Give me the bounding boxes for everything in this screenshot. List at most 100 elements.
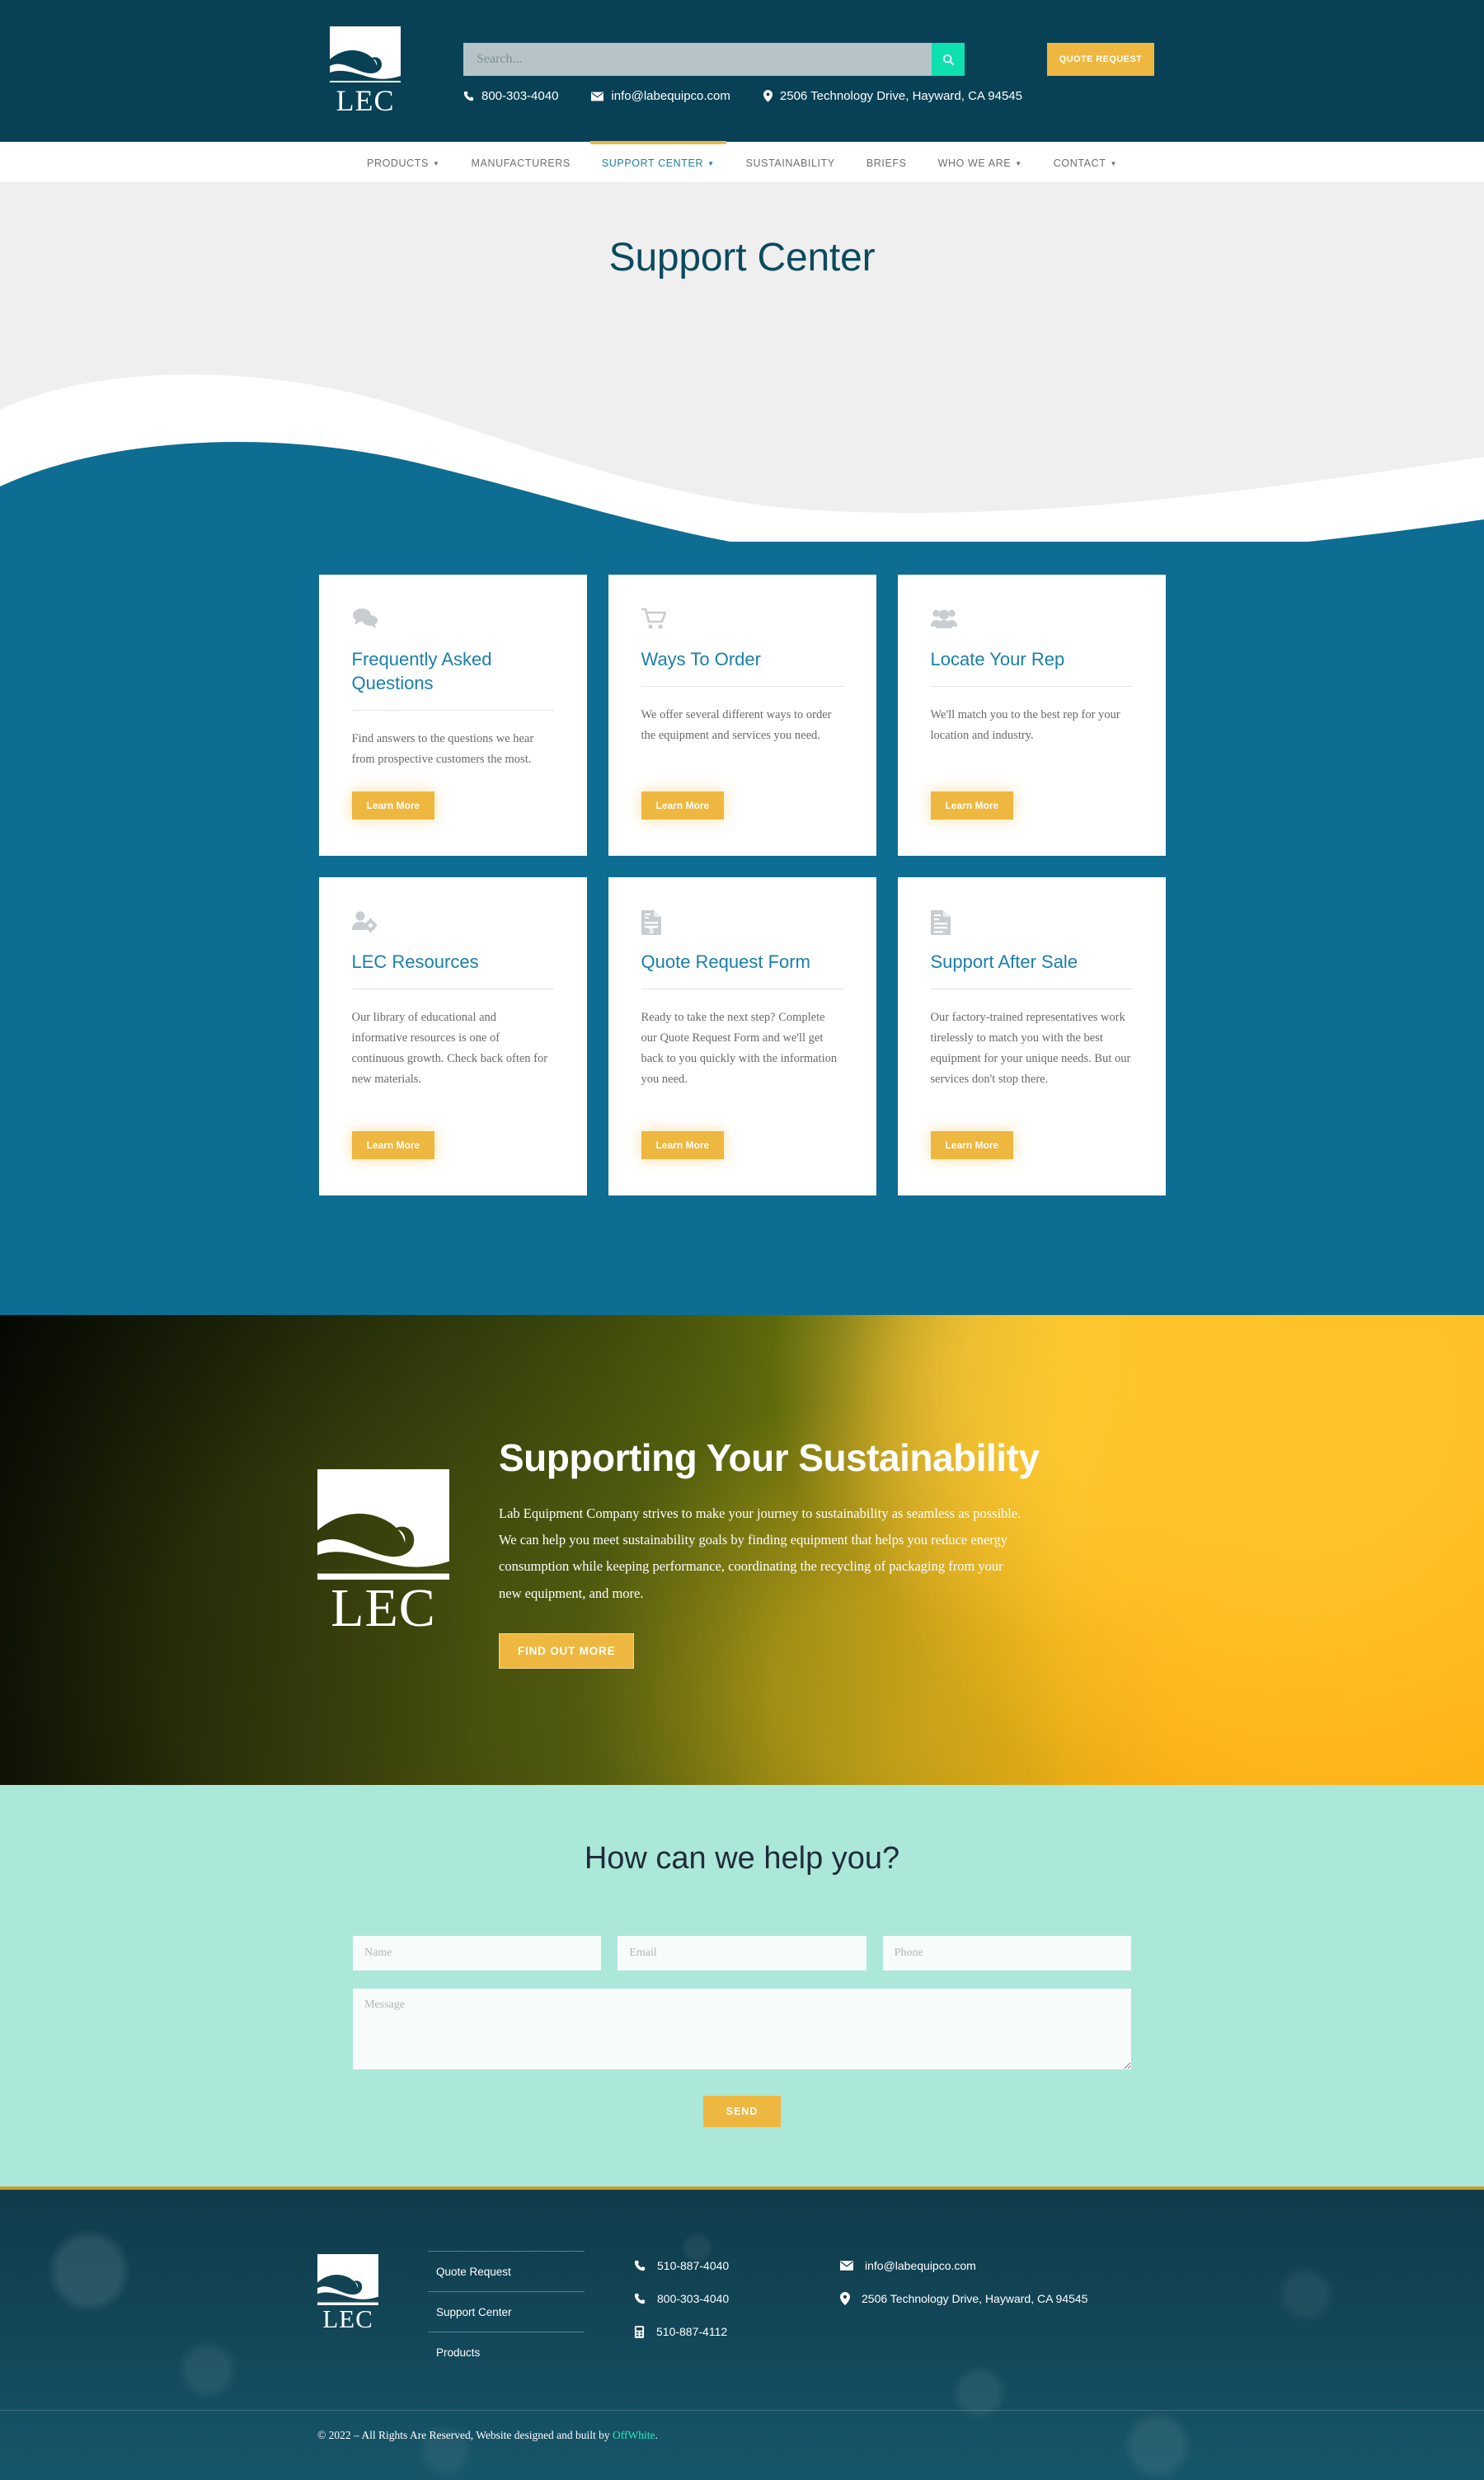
card-ways-to-order[interactable]: Ways To Order We offer several different… — [608, 575, 876, 857]
header-email-text: info@labequipco.com — [611, 89, 730, 103]
card-divider — [930, 686, 1133, 688]
hero-section: Support Center — [0, 183, 1484, 331]
footer-link-products[interactable]: Products — [428, 2332, 585, 2372]
header-contact-email[interactable]: info@labequipco.com — [591, 89, 730, 103]
footer-address[interactable]: 2506 Technology Drive, Hayward, CA 94545 — [840, 2292, 1088, 2306]
nav-item-manufacturers[interactable]: MANUFACTURERS — [472, 142, 571, 183]
footer-phone-2[interactable]: 800-303-4040 — [634, 2292, 840, 2305]
nav-item-sustainability[interactable]: SUSTAINABILITY — [746, 142, 835, 183]
nav-label-sustainability: SUSTAINABILITY — [745, 157, 835, 169]
chevron-down-icon: ▼ — [432, 159, 440, 167]
shopping-cart-icon — [640, 608, 843, 636]
sustainability-body: Lab Equipment Company strives to make yo… — [499, 1505, 1021, 1601]
contact-form-row — [353, 1936, 1131, 1971]
nav-list: PRODUCTS ▼ MANUFACTURERS SUPPORT CENTER … — [367, 140, 1117, 183]
footer-logo[interactable]: LEC — [317, 2248, 378, 2334]
header-logo[interactable]: LEC — [330, 26, 401, 115]
card-title: Frequently Asked Questions — [351, 649, 492, 694]
offwhite-link[interactable]: OffWhite — [613, 2429, 655, 2441]
nav-item-contact[interactable]: CONTACT ▼ — [1054, 142, 1117, 183]
copyright-text: © 2022 – All Rights Are Reserved, Websit… — [317, 2429, 1167, 2442]
footer-phone-1-text: 510-887-4040 — [657, 2259, 730, 2273]
invoice-dollar-icon: $ — [641, 910, 843, 938]
map-pin-icon — [763, 90, 773, 102]
site-footer: LEC Quote Request Support Center Product… — [0, 2190, 1484, 2480]
card-title: Quote Request Form — [641, 951, 810, 973]
footer-link-support-center[interactable]: Support Center — [428, 2291, 585, 2332]
footer-phone-2-text: 800-303-4040 — [657, 2292, 730, 2306]
email-field[interactable] — [618, 1936, 866, 1971]
envelope-icon — [591, 92, 604, 101]
footer-address-text: 2506 Technology Drive, Hayward, CA 94545 — [862, 2292, 1088, 2306]
lec-wave-logo-icon — [330, 26, 401, 86]
phone-field[interactable] — [882, 1936, 1131, 1971]
chevron-down-icon: ▼ — [1110, 159, 1117, 167]
nav-label-manufacturers: MANUFACTURERS — [471, 157, 571, 169]
footer-email[interactable]: info@labequipco.com — [840, 2259, 1087, 2272]
message-field[interactable] — [353, 1989, 1131, 2070]
contact-form-heading: How can we help you? — [584, 1841, 900, 1876]
sustainability-heading: Supporting Your Sustainability — [499, 1435, 1040, 1479]
card-body: We'll match you to the best rep for your… — [930, 708, 1120, 743]
footer-link-quote-request[interactable]: Quote Request — [428, 2251, 585, 2291]
nav-item-products[interactable]: PRODUCTS ▼ — [367, 142, 439, 183]
card-title: Locate Your Rep — [930, 649, 1065, 669]
nav-label-products: PRODUCTS — [367, 157, 429, 169]
copyright-prefix: © 2022 – All Rights Are Reserved, Websit… — [317, 2429, 613, 2442]
site-header: LEC QUOTE REQUEST 800-303-4040 — [0, 0, 1484, 142]
speech-bubbles-icon — [352, 608, 554, 636]
chevron-down-icon: ▼ — [707, 159, 715, 167]
envelope-icon — [840, 2261, 853, 2271]
send-button[interactable]: SEND — [703, 2096, 781, 2128]
copyright-suffix: . — [655, 2429, 658, 2442]
sustainability-banner: LEC Supporting Your Sustainability Lab E… — [0, 1315, 1484, 1786]
fax-icon — [634, 2325, 645, 2338]
nav-label-briefs: BRIEFS — [866, 157, 907, 169]
page-title: Support Center — [608, 235, 876, 279]
card-title: Support After Sale — [930, 951, 1078, 973]
header-contact-address[interactable]: 2506 Technology Drive, Hayward, CA 94545 — [763, 89, 1022, 103]
user-gear-icon — [351, 910, 554, 938]
card-faq[interactable]: Frequently Asked Questions Find answers … — [318, 575, 587, 857]
header-phone-text: 800-303-4040 — [481, 89, 559, 103]
card-divider — [641, 686, 843, 688]
footer-contacts: 510-887-4040 800-303-4040 510-887-4112 i… — [634, 2248, 1167, 2338]
copyright-bar: © 2022 – All Rights Are Reserved, Websit… — [0, 2410, 1484, 2442]
nav-label-support-center: SUPPORT CENTER — [601, 157, 704, 169]
quote-request-button[interactable]: QUOTE REQUEST — [1047, 43, 1154, 76]
card-lec-resources[interactable]: LEC Resources Our library of educational… — [318, 877, 587, 1196]
logo-wordmark: LEC — [322, 2304, 373, 2334]
lec-wave-logo-icon — [317, 2254, 378, 2306]
header-contact-row: 800-303-4040 info@labequipco.com 2506 Te… — [463, 89, 1022, 103]
card-learn-more-button[interactable]: Learn More — [351, 791, 435, 820]
document-lines-icon — [930, 910, 1133, 938]
logo-wordmark: LEC — [336, 84, 395, 117]
footer-contact-column-phones: 510-887-4040 800-303-4040 510-887-4112 — [634, 2259, 840, 2338]
nav-item-who-we-are[interactable]: WHO WE ARE ▼ — [938, 142, 1022, 183]
nav-item-briefs[interactable]: BRIEFS — [866, 142, 907, 183]
card-learn-more-button[interactable]: Learn More — [641, 1131, 725, 1160]
search-input[interactable] — [463, 43, 932, 76]
support-cards-section: Frequently Asked Questions Find answers … — [0, 542, 1484, 1316]
footer-fax[interactable]: 510-887-4112 — [634, 2325, 840, 2338]
card-support-after-sale[interactable]: Support After Sale Our factory-trained r… — [897, 877, 1166, 1196]
card-learn-more-button[interactable]: Learn More — [641, 791, 725, 820]
search-box[interactable] — [463, 43, 965, 76]
search-button[interactable] — [932, 43, 965, 76]
card-locate-your-rep[interactable]: Locate Your Rep We'll match you to the b… — [897, 575, 1166, 857]
card-learn-more-button[interactable]: Learn More — [351, 1131, 435, 1160]
header-contact-phone[interactable]: 800-303-4040 — [463, 89, 558, 103]
contact-form-section: How can we help you? SEND — [0, 1785, 1484, 2187]
footer-email-text: info@labequipco.com — [865, 2259, 976, 2273]
support-cards-grid: Frequently Asked Questions Find answers … — [317, 575, 1167, 1196]
lec-wave-logo-icon — [317, 1469, 449, 1581]
find-out-more-button[interactable]: FIND OUT MORE — [499, 1632, 635, 1669]
name-field[interactable] — [353, 1936, 602, 1971]
card-learn-more-button[interactable]: Learn More — [930, 1131, 1014, 1160]
card-learn-more-button[interactable]: Learn More — [930, 791, 1014, 820]
card-body: Our factory-trained representatives work… — [930, 1011, 1131, 1087]
nav-item-support-center[interactable]: SUPPORT CENTER ▼ — [589, 140, 726, 183]
card-divider — [351, 710, 554, 712]
footer-phone-1[interactable]: 510-887-4040 — [634, 2259, 840, 2272]
card-quote-request-form[interactable]: $ Quote Request Form Ready to take the n… — [608, 877, 876, 1196]
